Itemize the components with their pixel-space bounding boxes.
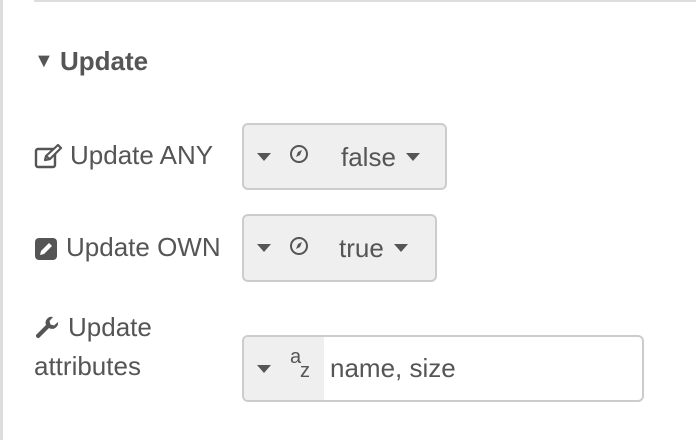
boolean-type-icon xyxy=(289,144,309,169)
update-own-value: true xyxy=(339,233,384,263)
boolean-type-icon xyxy=(289,236,309,261)
update-attributes-label-line2: attributes xyxy=(34,351,141,381)
value-caret-icon xyxy=(393,244,408,252)
update-any-label: Update ANY xyxy=(70,140,214,170)
update-own-select[interactable]: true xyxy=(242,214,437,282)
update-any-label-group: Update ANY xyxy=(34,136,213,174)
update-attributes-input[interactable]: name, size xyxy=(324,337,642,400)
wrench-icon xyxy=(34,316,62,342)
update-own-label-group: Update OWN xyxy=(34,228,221,266)
section-title: Update xyxy=(60,46,149,76)
update-attributes-label: Update xyxy=(68,312,152,342)
update-attributes-field: a z name, size xyxy=(242,335,644,402)
update-attributes-label-line1: Update xyxy=(34,308,152,346)
edit-icon xyxy=(34,144,64,170)
update-section-toggle[interactable]: ▼ Update xyxy=(34,46,148,76)
type-selector[interactable]: a z xyxy=(244,337,324,400)
caret-down-icon: ▼ xyxy=(34,50,54,72)
update-any-select[interactable]: false xyxy=(242,123,447,190)
value-caret-icon xyxy=(405,152,420,161)
update-own-label: Update OWN xyxy=(66,232,221,262)
type-caret-icon xyxy=(257,364,271,373)
type-caret-icon xyxy=(257,244,271,252)
top-divider xyxy=(34,0,696,2)
edit-filled-icon xyxy=(34,237,60,261)
type-caret-icon xyxy=(257,152,271,161)
panel-left-border xyxy=(0,0,3,440)
update-any-value: false xyxy=(341,141,396,172)
